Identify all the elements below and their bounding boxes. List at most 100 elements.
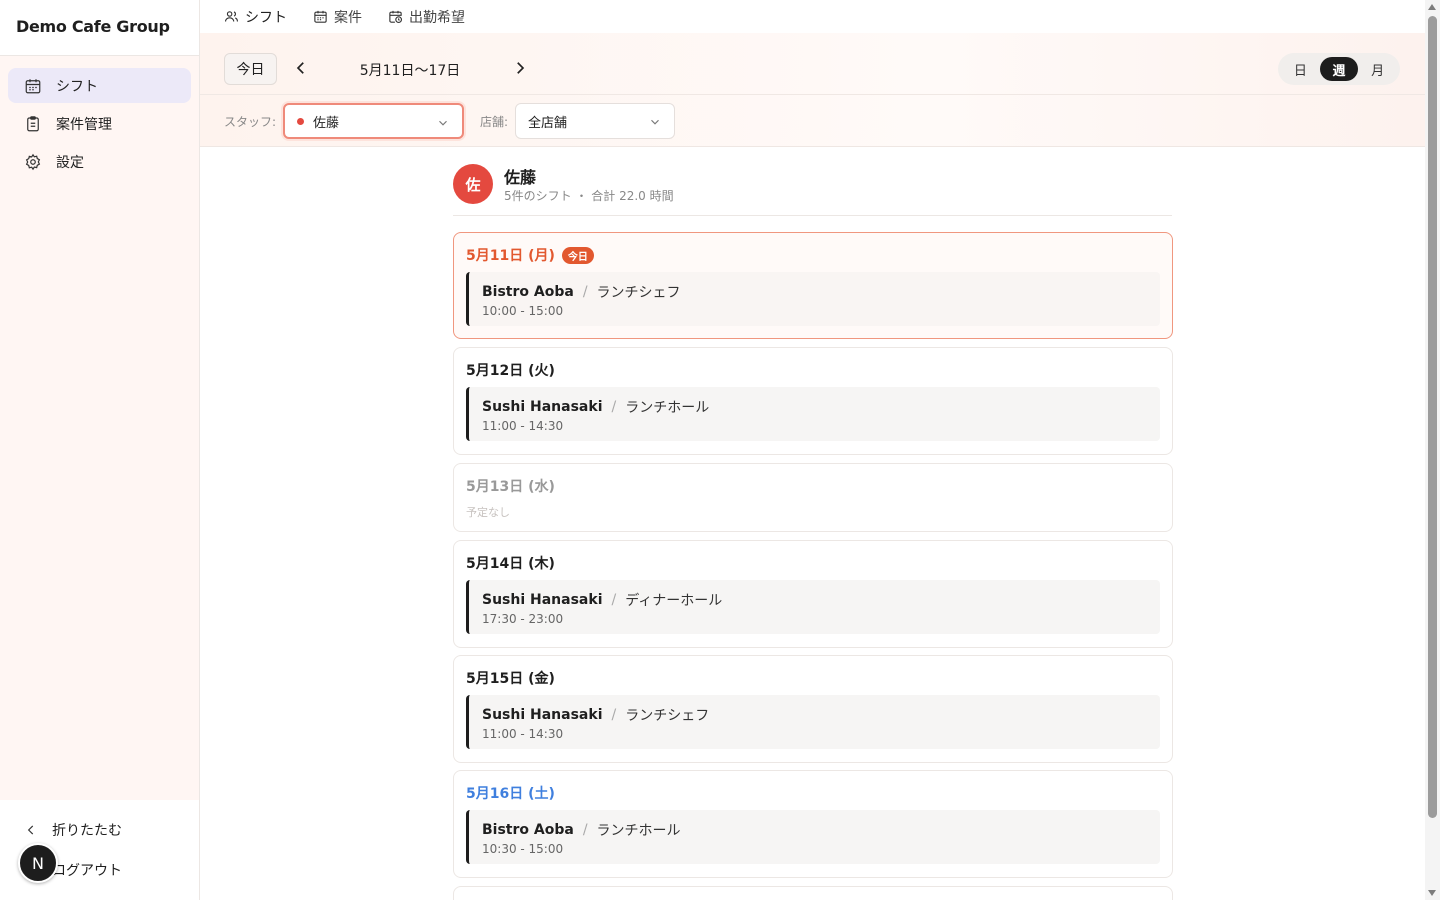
day-date: 5月11日 (月) (466, 248, 555, 264)
day-card: 5月14日 (木) Sushi Hanasaki / ディナーホール 17:30… (453, 540, 1173, 648)
clipboard-icon (27, 115, 39, 131)
day-card: 5月13日 (水) 予定なし (453, 463, 1173, 532)
today-button[interactable]: 今日 (224, 53, 277, 85)
separator: / (611, 707, 617, 723)
shift-line: Bistro Aoba / ランチシェフ (482, 282, 681, 302)
shift-line: Bistro Aoba / ランチホール (482, 820, 681, 840)
separator: / (611, 592, 617, 608)
separator: / (582, 284, 588, 300)
filter-row: スタッフ: 佐藤 店舗: 全店舗 (200, 95, 1425, 147)
shift-time: 11:00 - 14:30 (482, 727, 564, 741)
avatar[interactable]: N (18, 843, 58, 883)
brand-name: Demo Cafe Group (0, 0, 199, 56)
separator: / (582, 822, 588, 838)
staff-filter-label: スタッフ: (224, 115, 277, 129)
tab-availability[interactable]: 出勤希望 (388, 0, 465, 33)
shift-store: Bistro Aoba (482, 284, 574, 300)
tab-label: シフト (245, 9, 287, 26)
staff-name: 佐藤 (504, 168, 537, 187)
shift-role: ランチホール (596, 823, 681, 839)
view-mode-month[interactable]: 月 (1358, 57, 1397, 81)
shift-store: Sushi Hanasaki (482, 707, 603, 723)
date-nav-row: 今日 5月11日〜17日 日 週 月 (200, 33, 1425, 95)
day-title: 5月16日 (土) (466, 783, 555, 803)
day-date: 5月12日 (火) (466, 363, 555, 379)
chevron-right-icon[interactable] (511, 59, 529, 77)
chevron-down-icon (439, 120, 447, 126)
shift-role: ランチホール (625, 400, 710, 416)
sidebar-item-label: 設定 (56, 154, 84, 171)
page-scrollbar[interactable] (1425, 0, 1440, 900)
day-title: 5月13日 (水) (466, 476, 555, 496)
shift-item[interactable]: Bistro Aoba / ランチシェフ 10:00 - 15:00 (466, 272, 1160, 326)
staff-select[interactable]: 佐藤 (283, 103, 464, 139)
gear-icon (25, 153, 41, 170)
chevron-left-icon (27, 825, 34, 835)
day-title: 5月14日 (木) (466, 553, 555, 573)
shift-time: 10:30 - 15:00 (482, 842, 564, 856)
sidebar: Demo Cafe Group シフト 案件管理 設定 折りたたむ ログアウト … (0, 0, 200, 900)
day-date: 5月15日 (金) (466, 671, 555, 687)
shift-list: 佐 佐藤 5件のシフト ・ 合計 22.0 時間 5月11日 (月) 今日 Bi… (200, 147, 1425, 900)
today-badge: 今日 (561, 246, 594, 264)
shift-store: Bistro Aoba (482, 822, 574, 838)
chevron-down-icon (651, 119, 659, 125)
tab-label: 案件 (334, 9, 362, 26)
day-card (453, 886, 1173, 900)
shift-item[interactable]: Sushi Hanasaki / ランチシェフ 11:00 - 14:30 (466, 695, 1160, 749)
day-date: 5月16日 (土) (466, 786, 555, 802)
scroll-down-arrow[interactable] (1428, 890, 1436, 896)
shift-role: ランチシェフ (596, 285, 681, 301)
tab-projects[interactable]: 案件 (313, 0, 362, 33)
logout-button[interactable]: ログアウト (52, 860, 122, 880)
shift-item[interactable]: Sushi Hanasaki / ランチホール 11:00 - 14:30 (466, 387, 1160, 441)
toolbar: 今日 5月11日〜17日 日 週 月 スタッフ: 佐藤 店舗: 全店舗 (200, 33, 1425, 147)
empty-text: 予定なし (466, 506, 510, 519)
view-mode-week[interactable]: 週 (1319, 57, 1359, 81)
users-icon (225, 11, 238, 22)
shift-line: Sushi Hanasaki / ディナーホール (482, 590, 722, 610)
shift-time: 10:00 - 15:00 (482, 304, 564, 318)
view-mode-day[interactable]: 日 (1281, 57, 1320, 81)
date-range: 5月11日〜17日 (359, 63, 461, 79)
separator: / (611, 399, 617, 415)
staff-select-value: 佐藤 (313, 115, 340, 131)
store-select[interactable]: 全店舗 (515, 103, 675, 139)
calendar-icon (25, 78, 41, 93)
day-card: 5月11日 (月) 今日 Bistro Aoba / ランチシェフ 10:00 … (453, 232, 1173, 339)
store-filter-label: 店舗: (480, 115, 509, 129)
top-tabs: シフト 案件 出勤希望 (200, 0, 1425, 44)
day-card: 5月16日 (土) Bistro Aoba / ランチホール 10:30 - 1… (453, 770, 1173, 878)
sidebar-footer: 折りたたむ ログアウト N (0, 800, 199, 900)
tab-label: 出勤希望 (409, 9, 465, 26)
sidebar-item-settings[interactable]: 設定 (8, 144, 191, 179)
collapse-button[interactable]: 折りたたむ (24, 820, 122, 840)
staff-color-dot (297, 117, 304, 125)
shift-role: ディナーホール (625, 593, 723, 609)
day-card: 5月15日 (金) Sushi Hanasaki / ランチシェフ 11:00 … (453, 655, 1173, 763)
day-title: 5月15日 (金) (466, 668, 555, 688)
shift-item[interactable]: Sushi Hanasaki / ディナーホール 17:30 - 23:00 (466, 580, 1160, 634)
day-date: 5月13日 (水) (466, 479, 555, 495)
sidebar-nav: シフト 案件管理 設定 (0, 56, 199, 194)
scroll-thumb[interactable] (1428, 16, 1437, 818)
day-title: 5月12日 (火) (466, 360, 555, 380)
shift-line: Sushi Hanasaki / ランチホール (482, 397, 709, 417)
chevron-left-icon[interactable] (292, 59, 310, 77)
shift-item[interactable]: Bistro Aoba / ランチホール 10:30 - 15:00 (466, 810, 1160, 864)
staff-avatar: 佐 (453, 164, 493, 204)
sidebar-item-shift[interactable]: シフト (8, 68, 191, 103)
day-card: 5月12日 (火) Sushi Hanasaki / ランチホール 11:00 … (453, 347, 1173, 455)
staff-profile: 佐 佐藤 5件のシフト ・ 合計 22.0 時間 (453, 163, 1172, 216)
collapse-label: 折りたたむ (52, 823, 122, 839)
sidebar-item-label: 案件管理 (56, 116, 112, 133)
scroll-up-arrow[interactable] (1428, 4, 1436, 10)
shift-store: Sushi Hanasaki (482, 399, 603, 415)
sidebar-item-projects[interactable]: 案件管理 (8, 106, 191, 141)
tab-shift[interactable]: シフト (224, 0, 287, 44)
shift-line: Sushi Hanasaki / ランチシェフ (482, 705, 709, 725)
staff-summary: 5件のシフト ・ 合計 22.0 時間 (504, 189, 674, 203)
store-select-value: 全店舗 (528, 115, 568, 131)
day-title: 5月11日 (月) 今日 (466, 245, 594, 265)
calendar-clock-icon (389, 10, 402, 23)
